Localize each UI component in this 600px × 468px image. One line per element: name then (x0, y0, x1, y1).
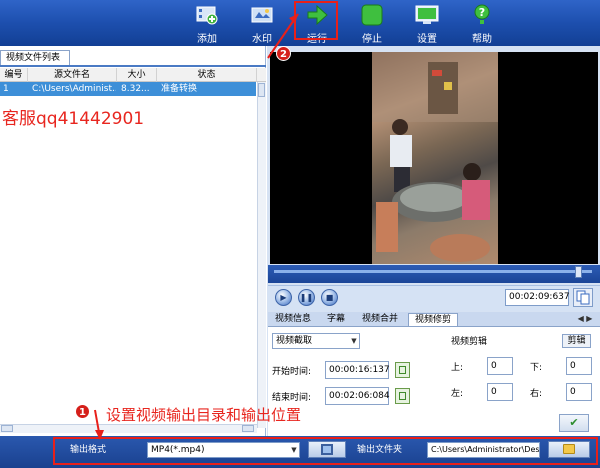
arrow-head-output (95, 430, 104, 440)
arrow-head-run (289, 14, 298, 24)
step-2-badge: 2 (276, 46, 291, 61)
annotation-arrows (94, 13, 299, 440)
step-1-badge: 1 (75, 404, 90, 419)
annotation-note: 设置视频输出目录和输出位置 (106, 406, 302, 424)
